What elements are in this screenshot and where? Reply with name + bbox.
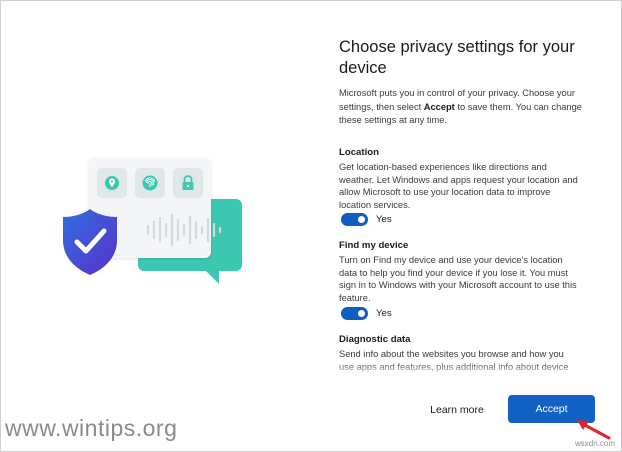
chat-bubble-tail — [201, 266, 219, 284]
toggle-knob — [358, 216, 365, 223]
page-title: Choose privacy settings for your device — [339, 38, 575, 77]
lock-icon — [173, 168, 203, 198]
location-toggle-label: Yes — [376, 214, 392, 225]
location-heading: Location — [339, 147, 379, 158]
location-description: Get location-based experiences like dire… — [339, 162, 578, 210]
intro-accept-word: Accept — [423, 101, 455, 112]
find-my-device-heading: Find my device — [339, 240, 409, 251]
watermark-text: www.wintips.org — [5, 415, 178, 441]
diagnostic-data-heading: Diagnostic data — [339, 334, 411, 345]
shield-check-icon — [63, 209, 117, 275]
toggle-knob — [358, 310, 365, 317]
fingerprint-icon — [135, 168, 165, 198]
audio-wave-graphic — [146, 213, 222, 247]
credit-text: wsxdn.com — [575, 439, 616, 448]
find-my-device-toggle-row[interactable]: Yes — [341, 307, 392, 320]
find-my-device-toggle-label: Yes — [376, 308, 392, 319]
location-pin-icon — [97, 168, 127, 198]
learn-more-button[interactable]: Learn more — [414, 396, 500, 424]
privacy-illustration — [56, 151, 256, 291]
intro-text: Microsoft puts you in control of your pr… — [339, 87, 589, 128]
location-toggle-row[interactable]: Yes — [341, 213, 392, 226]
location-toggle[interactable] — [341, 213, 368, 226]
oobe-window: Choose privacy settings for your device … — [0, 0, 622, 452]
find-my-device-description: Turn on Find my device and use your devi… — [339, 255, 577, 303]
find-my-device-toggle[interactable] — [341, 307, 368, 320]
scroll-fade — [337, 363, 597, 377]
